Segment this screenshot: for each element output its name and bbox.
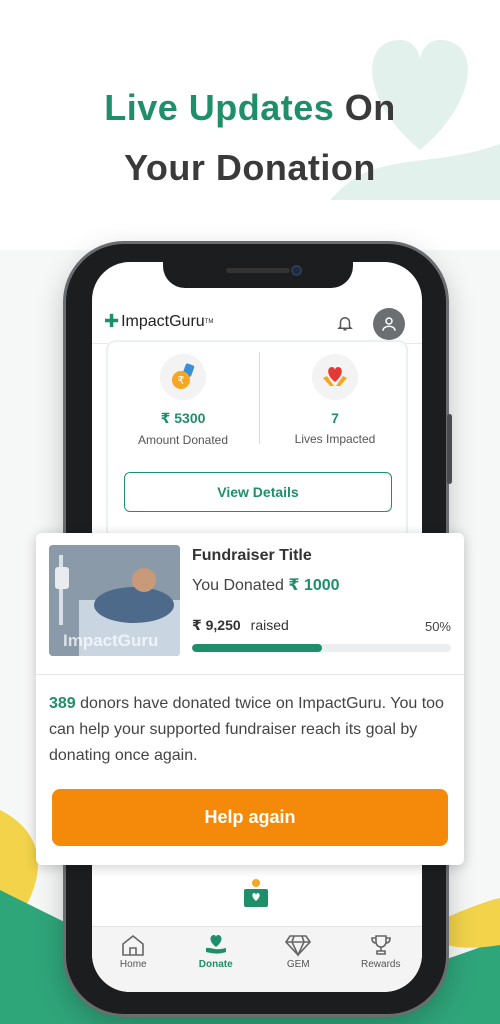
you-donated-text: You Donated ₹ 1000 bbox=[192, 575, 340, 595]
nav-home[interactable]: Home bbox=[92, 927, 175, 992]
thumbnail-watermark: ImpactGuru bbox=[63, 631, 159, 650]
progress-fill bbox=[192, 644, 322, 652]
phone-camera bbox=[291, 265, 302, 276]
promo-headline: Live Updates On Your Donation bbox=[0, 78, 500, 198]
avatar[interactable] bbox=[373, 308, 405, 340]
nav-donate-label: Donate bbox=[198, 959, 233, 970]
phone-speaker bbox=[226, 268, 290, 273]
svg-text:₹: ₹ bbox=[178, 374, 185, 387]
nav-home-label: Home bbox=[119, 959, 147, 970]
amount-donated-label: Amount Donated bbox=[137, 433, 229, 447]
appeal-text: donors have donated twice on ImpactGuru.… bbox=[49, 695, 444, 764]
bottom-navigation: Home Donate GEM Rewards bbox=[92, 926, 422, 992]
nav-rewards[interactable]: Rewards bbox=[340, 927, 423, 992]
nav-donate[interactable]: Donate bbox=[175, 927, 258, 992]
fundraiser-progress-bar bbox=[192, 644, 451, 652]
gem-icon bbox=[285, 935, 312, 957]
nav-gem[interactable]: GEM bbox=[257, 927, 340, 992]
raised-label: raised bbox=[250, 617, 289, 633]
donate-heart-icon bbox=[205, 935, 226, 954]
amount-donated-value: ₹ 5300 bbox=[160, 410, 206, 426]
home-icon bbox=[122, 934, 145, 956]
help-again-button[interactable]: Help again bbox=[52, 789, 448, 846]
lives-impacted-label: Lives Impacted bbox=[294, 432, 376, 446]
you-donated-prefix: You Donated bbox=[192, 577, 284, 594]
raised-amount: ₹ 9,250 bbox=[192, 617, 241, 633]
headline-accent: Live Updates bbox=[104, 87, 335, 128]
phone-side-button bbox=[447, 414, 452, 484]
donation-box-icon bbox=[244, 879, 268, 907]
nav-rewards-label: Rewards bbox=[361, 959, 401, 970]
view-details-button[interactable]: View Details bbox=[124, 472, 392, 512]
raised-text: ₹ 9,250 raised bbox=[192, 617, 289, 634]
donate-again-appeal: 389 donors have donated twice on ImpactG… bbox=[49, 691, 454, 769]
headline-rest: On bbox=[334, 87, 396, 128]
card-divider bbox=[36, 674, 464, 675]
logo-trademark: TM bbox=[204, 318, 214, 325]
donor-count: 389 bbox=[49, 695, 76, 712]
rupee-coin-icon: ₹ bbox=[160, 354, 206, 400]
nav-gem-label: GEM bbox=[286, 959, 310, 970]
fundraiser-thumbnail[interactable]: ImpactGuru bbox=[49, 545, 180, 656]
app-header: ✚ ImpactGuru TM bbox=[92, 284, 422, 344]
headline-line2: Your Donation bbox=[124, 147, 376, 188]
lives-impacted-value: 7 bbox=[331, 410, 339, 426]
progress-percent: 50% bbox=[424, 619, 451, 634]
you-donated-amount: ₹ 1000 bbox=[288, 577, 340, 594]
heart-hands-icon bbox=[312, 354, 358, 400]
logo-plus-icon: ✚ bbox=[104, 311, 120, 331]
fundraiser-title[interactable]: Fundraiser Title bbox=[192, 547, 312, 565]
user-icon bbox=[382, 317, 396, 331]
impactguru-logo[interactable]: ✚ ImpactGuru TM bbox=[104, 311, 213, 332]
bell-icon[interactable] bbox=[336, 314, 354, 332]
donation-stats-card: ₹ ₹ 5300 Amount Donated 7 Lives Impacted… bbox=[106, 340, 408, 540]
logo-text: ImpactGuru bbox=[121, 312, 205, 330]
phone-notch bbox=[163, 258, 353, 288]
trophy-icon bbox=[370, 935, 391, 955]
lives-impacted-stat: 7 Lives Impacted bbox=[260, 354, 410, 446]
amount-donated-stat: ₹ ₹ 5300 Amount Donated bbox=[108, 354, 258, 447]
fundraiser-update-card: ImpactGuru Fundraiser Title You Donated … bbox=[36, 533, 464, 865]
